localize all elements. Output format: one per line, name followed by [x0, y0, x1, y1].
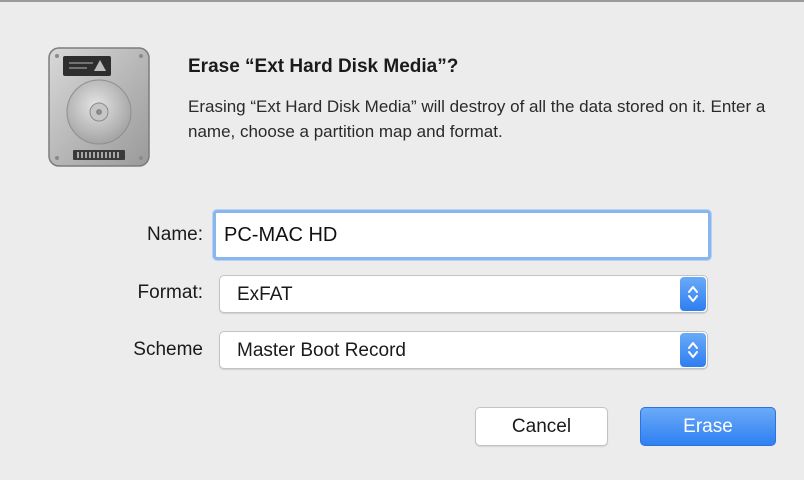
up-down-chevron-icon	[680, 333, 706, 367]
erase-dialog: Erase “Ext Hard Disk Media”? Erasing “Ex…	[0, 0, 804, 480]
dialog-title: Erase “Ext Hard Disk Media”?	[188, 56, 459, 77]
dialog-message: Erasing “Ext Hard Disk Media” will destr…	[188, 97, 766, 141]
format-popup[interactable]: ExFAT	[219, 275, 708, 313]
erase-button[interactable]: Erase	[640, 407, 776, 446]
format-label: Format:	[137, 282, 203, 303]
name-field[interactable]	[213, 210, 711, 260]
scheme-popup[interactable]: Master Boot Record	[219, 331, 708, 369]
hard-disk-icon	[43, 44, 155, 170]
scheme-label: Scheme	[133, 339, 203, 360]
scheme-value: Master Boot Record	[237, 340, 406, 361]
name-input[interactable]	[216, 213, 708, 257]
name-label: Name:	[147, 224, 203, 245]
up-down-chevron-icon	[680, 277, 706, 311]
format-value: ExFAT	[237, 284, 293, 305]
cancel-button[interactable]: Cancel	[475, 407, 608, 446]
